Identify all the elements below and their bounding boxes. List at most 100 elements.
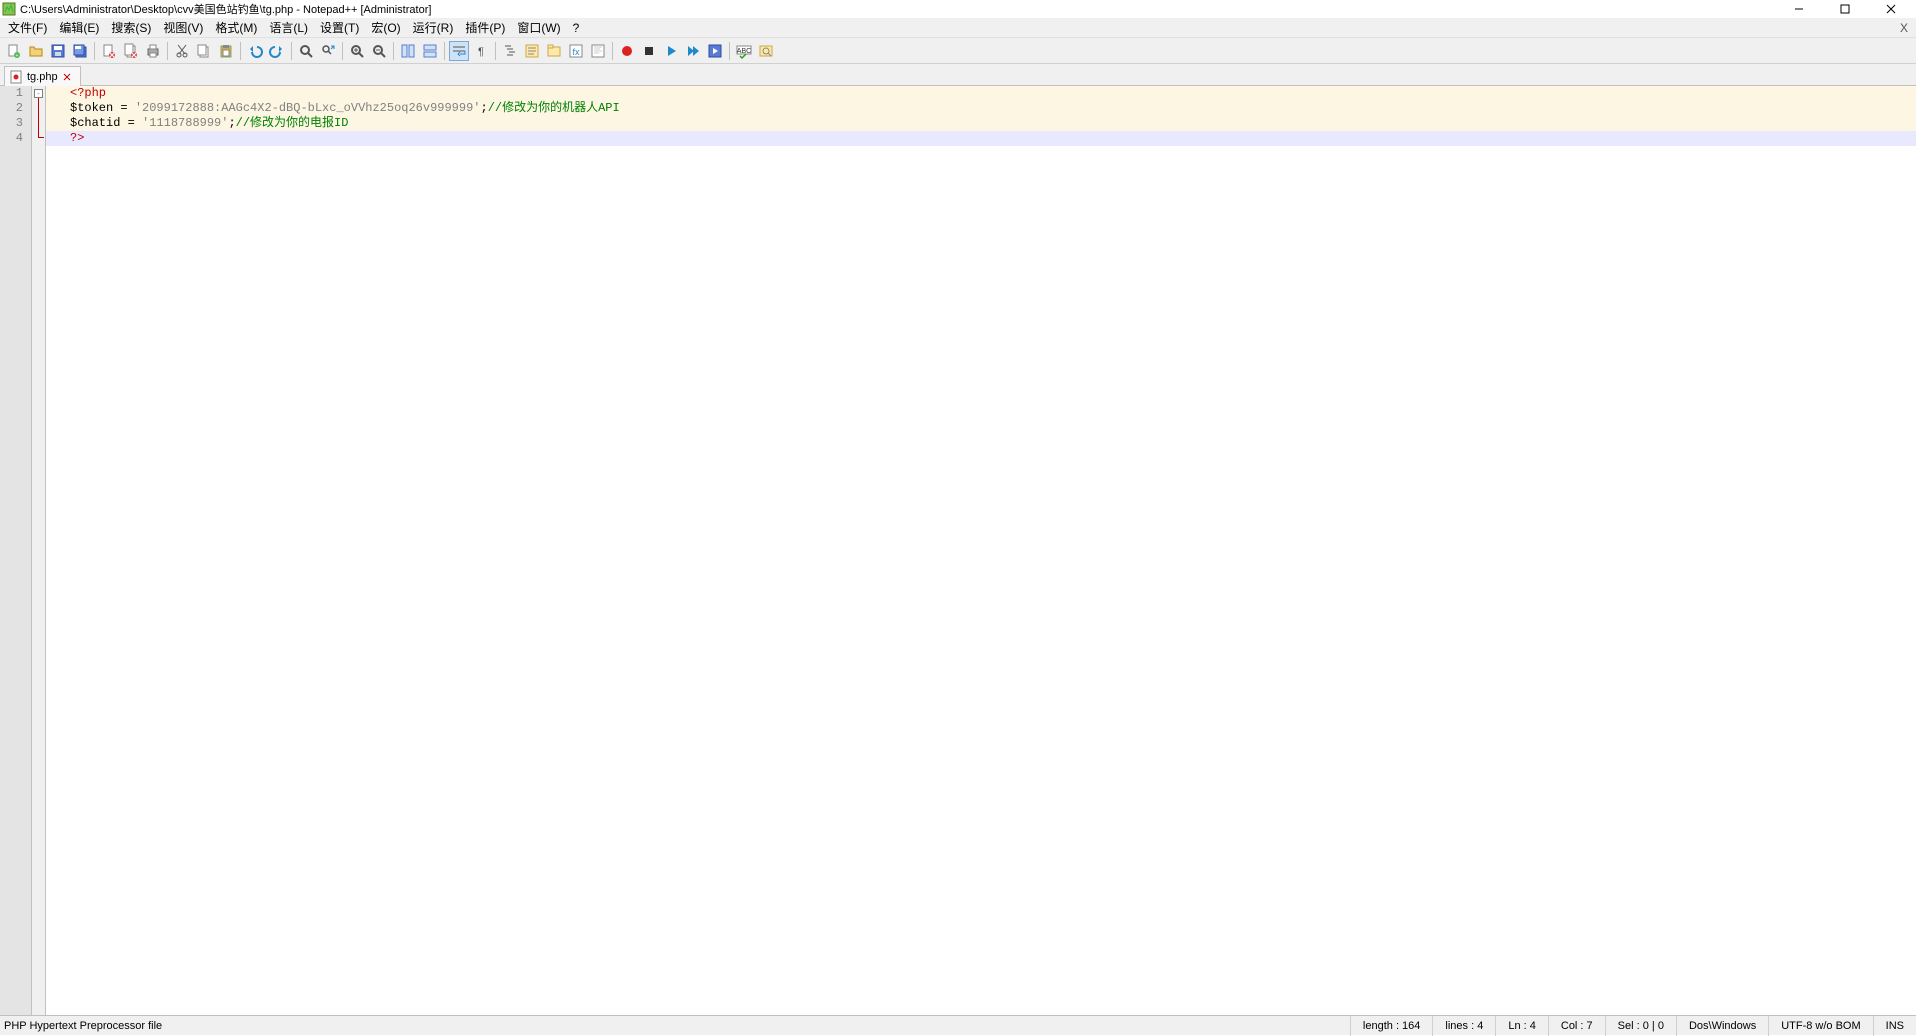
status-filetype: PHP Hypertext Preprocessor file: [0, 1020, 162, 1032]
toolbar-separator: [291, 42, 292, 60]
menu-item[interactable]: 编辑(E): [53, 17, 105, 38]
find-icon: [298, 43, 314, 59]
toolbar-record-macro-button[interactable]: [617, 41, 637, 61]
menu-item[interactable]: 设置(T): [314, 17, 365, 38]
code-token: ;: [228, 116, 235, 130]
stop-macro-icon: [641, 43, 657, 59]
close-button[interactable]: [1868, 0, 1914, 18]
paste-icon: [218, 43, 234, 59]
function-list-icon: fx: [568, 43, 584, 59]
toolbar-undo-button[interactable]: [245, 41, 265, 61]
play-macro-icon: [663, 43, 679, 59]
window-controls: [1776, 0, 1914, 18]
toolbar-close-file-button[interactable]: [99, 41, 119, 61]
code-viewport[interactable]: <?php$token = '2099172888:AAGc4X2-dBQ-bL…: [46, 86, 1916, 1015]
toolbar-stop-macro-button[interactable]: [639, 41, 659, 61]
toolbar-play-macro-button[interactable]: [661, 41, 681, 61]
toolbar-indent-guide-button[interactable]: [500, 41, 520, 61]
sync-v-icon: [400, 43, 416, 59]
toolbar-separator: [240, 42, 241, 60]
menu-item[interactable]: 插件(P): [459, 17, 511, 38]
toolbar-print-button[interactable]: [143, 41, 163, 61]
code-line[interactable]: <?php: [46, 86, 1916, 101]
toolbar-user-lang-button[interactable]: [522, 41, 542, 61]
code-line[interactable]: $chatid = '1118788999';//修改为你的电报ID: [46, 116, 1916, 131]
code-line[interactable]: $token = '2099172888:AAGc4X2-dBQ-bLxc_oV…: [46, 101, 1916, 116]
status-ln: Ln : 4: [1495, 1016, 1548, 1036]
menu-item[interactable]: 文件(F): [2, 17, 53, 38]
menu-item[interactable]: 窗口(W): [511, 17, 566, 38]
fold-end: [38, 137, 44, 138]
toolbar-separator: [94, 42, 95, 60]
toolbar-folder-as-workspace-button[interactable]: [544, 41, 564, 61]
menu-item[interactable]: 搜索(S): [105, 17, 157, 38]
toolbar-function-list-button[interactable]: fx: [566, 41, 586, 61]
code-token: '1118788999': [142, 116, 228, 130]
toolbar: + ¶ fx ABC: [0, 38, 1916, 64]
menu-item[interactable]: 视图(V): [157, 17, 209, 38]
tab-tg-php[interactable]: tg.php: [4, 66, 81, 86]
status-col: Col : 7: [1548, 1016, 1605, 1036]
print-icon: [145, 43, 161, 59]
toolbar-close-all-button[interactable]: [121, 41, 141, 61]
status-right-group: length : 164 lines : 4 Ln : 4 Col : 7 Se…: [1350, 1016, 1916, 1036]
toolbar-save-all-button[interactable]: [70, 41, 90, 61]
minimize-button[interactable]: [1776, 0, 1822, 18]
toolbar-save-macro-button[interactable]: [705, 41, 725, 61]
svg-text:ABC: ABC: [737, 48, 751, 55]
menu-item[interactable]: 格式(M): [209, 17, 263, 38]
menu-item[interactable]: ?: [567, 19, 586, 37]
status-bar: PHP Hypertext Preprocessor file length :…: [0, 1015, 1916, 1035]
menu-item[interactable]: 宏(O): [365, 17, 406, 38]
app-icon: [2, 2, 16, 16]
line-number: 3: [0, 116, 31, 131]
doc-switcher-icon: [758, 43, 774, 59]
toolbar-separator: [167, 42, 168, 60]
toolbar-open-file-button[interactable]: [26, 41, 46, 61]
indent-guide-icon: [502, 43, 518, 59]
toolbar-cut-button[interactable]: [172, 41, 192, 61]
status-sel: Sel : 0 | 0: [1605, 1016, 1676, 1036]
code-token: $chatid: [70, 116, 120, 130]
toolbar-paste-button[interactable]: [216, 41, 236, 61]
maximize-button[interactable]: [1822, 0, 1868, 18]
toolbar-redo-button[interactable]: [267, 41, 287, 61]
toolbar-doc-switcher-button[interactable]: [756, 41, 776, 61]
toolbar-copy-button[interactable]: [194, 41, 214, 61]
toolbar-separator: [729, 42, 730, 60]
folder-as-workspace-icon: [546, 43, 562, 59]
toolbar-spell-check-button[interactable]: ABC: [734, 41, 754, 61]
editor-area[interactable]: 1234 - <?php$token = '2099172888:AAGc4X2…: [0, 86, 1916, 1015]
toolbar-sync-v-button[interactable]: [398, 41, 418, 61]
toolbar-find-button[interactable]: [296, 41, 316, 61]
code-token: $token: [70, 101, 113, 115]
toolbar-word-wrap-button[interactable]: [449, 41, 469, 61]
svg-text:+: +: [16, 53, 19, 59]
menu-item[interactable]: 语言(L): [263, 17, 314, 38]
toolbar-doc-map-button[interactable]: [588, 41, 608, 61]
fold-toggle-icon[interactable]: -: [34, 89, 43, 98]
sync-h-icon: [422, 43, 438, 59]
code-token: ;: [480, 101, 487, 115]
user-lang-icon: [524, 43, 540, 59]
toolbar-sync-h-button[interactable]: [420, 41, 440, 61]
toolbar-replace-button[interactable]: [318, 41, 338, 61]
menu-item[interactable]: 运行(R): [407, 17, 460, 38]
toolbar-save-button[interactable]: [48, 41, 68, 61]
svg-text:fx: fx: [572, 47, 580, 57]
status-eol: Dos\Windows: [1676, 1016, 1768, 1036]
close-doc-button[interactable]: X: [1894, 21, 1914, 35]
toolbar-zoom-out-button[interactable]: [369, 41, 389, 61]
line-number: 2: [0, 101, 31, 116]
tab-close-icon[interactable]: [62, 72, 72, 82]
code-line[interactable]: ?>: [46, 131, 1916, 146]
toolbar-play-multi-button[interactable]: [683, 41, 703, 61]
status-length: length : 164: [1350, 1016, 1433, 1036]
save-all-icon: [72, 43, 88, 59]
toolbar-zoom-in-button[interactable]: [347, 41, 367, 61]
copy-icon: [196, 43, 212, 59]
fold-column[interactable]: -: [32, 86, 46, 1015]
toolbar-show-all-chars-button[interactable]: ¶: [471, 41, 491, 61]
toolbar-new-file-button[interactable]: +: [4, 41, 24, 61]
toolbar-separator: [444, 42, 445, 60]
